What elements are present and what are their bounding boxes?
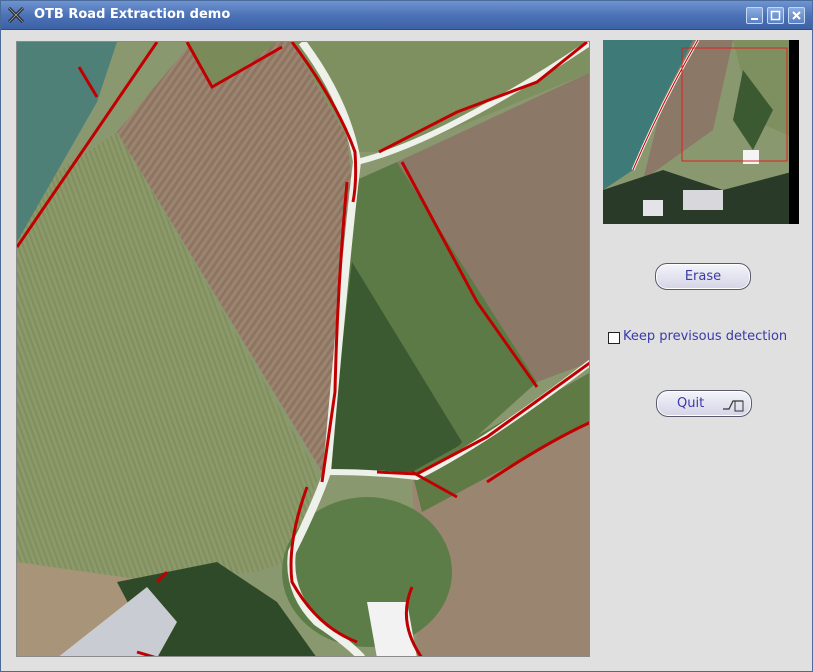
app-window: OTB Road Extraction demo Erase Keep prev… — [0, 0, 813, 672]
erase-button[interactable]: Erase — [655, 263, 751, 290]
quit-button[interactable]: Quit — [656, 390, 752, 417]
maximize-button[interactable] — [767, 7, 784, 24]
close-icon — [792, 11, 801, 20]
maximize-icon — [770, 10, 781, 21]
exit-icon — [723, 400, 744, 412]
erase-label: Erase — [684, 269, 722, 284]
quit-label: Quit — [677, 396, 705, 411]
overview-image[interactable] — [603, 40, 799, 224]
close-button[interactable] — [788, 7, 805, 24]
overview-thumbnail[interactable] — [603, 40, 799, 224]
title-bar[interactable]: OTB Road Extraction demo — [1, 1, 812, 30]
minimize-button[interactable] — [746, 7, 763, 24]
keep-detection-label[interactable]: Keep previsous detection — [623, 329, 787, 344]
keep-detection-checkbox[interactable] — [608, 332, 620, 344]
main-image-view[interactable] — [16, 41, 590, 657]
satellite-image[interactable] — [17, 42, 590, 657]
minimize-icon — [751, 18, 758, 20]
x-logo-icon — [7, 6, 25, 24]
window-title: OTB Road Extraction demo — [34, 7, 231, 22]
